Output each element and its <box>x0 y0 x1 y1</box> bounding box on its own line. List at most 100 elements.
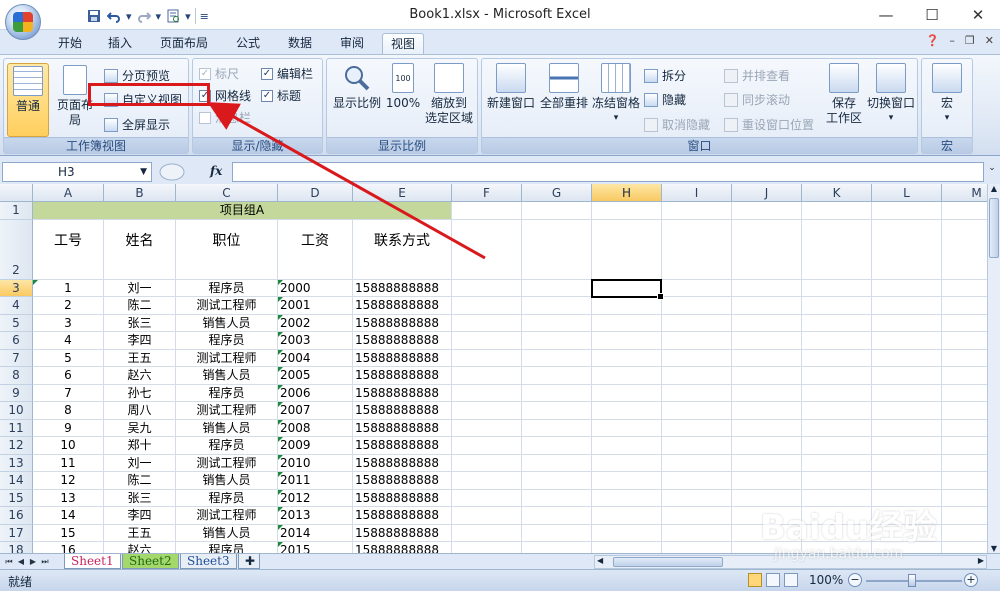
grid-cell[interactable] <box>732 219 802 280</box>
table-cell[interactable]: 15888888888 <box>353 542 452 553</box>
table-cell[interactable]: 销售人员 <box>176 314 278 332</box>
grid-cell[interactable] <box>522 297 592 315</box>
table-cell[interactable]: 2000 <box>278 279 353 297</box>
table-cell[interactable]: 赵六 <box>104 367 176 385</box>
row-header[interactable]: 14 <box>0 472 33 490</box>
tab-formulas[interactable]: 公式 <box>232 33 264 54</box>
table-cell[interactable]: 2013 <box>278 507 353 525</box>
help-icon[interactable]: ❓ <box>926 34 940 47</box>
row-header[interactable]: 3 <box>0 279 33 297</box>
active-cell-h3[interactable] <box>591 278 664 300</box>
table-cell[interactable]: 程序员 <box>176 437 278 455</box>
grid-cell[interactable] <box>872 279 942 297</box>
table-cell[interactable]: 15888888888 <box>353 332 452 350</box>
table-cell[interactable]: 销售人员 <box>176 419 278 437</box>
zoom-100-button[interactable]: 100 100% <box>385 63 421 111</box>
table-cell[interactable]: 15888888888 <box>353 507 452 525</box>
grid-cell[interactable] <box>522 507 592 525</box>
vertical-scroll-thumb[interactable] <box>989 198 999 258</box>
grid-cell[interactable] <box>802 219 872 280</box>
table-cell[interactable]: 销售人员 <box>176 524 278 542</box>
table-cell[interactable]: 15888888888 <box>353 437 452 455</box>
tab-page-layout[interactable]: 页面布局 <box>156 33 212 54</box>
grid-cell[interactable] <box>872 472 942 490</box>
table-cell[interactable]: 赵六 <box>104 542 176 553</box>
grid-cell[interactable] <box>732 314 802 332</box>
table-cell[interactable]: 孙七 <box>104 384 176 402</box>
grid-cell[interactable] <box>452 367 522 385</box>
table-cell[interactable]: 刘一 <box>104 279 176 297</box>
new-window-button[interactable]: 新建窗口 <box>486 63 536 111</box>
column-header[interactable]: H <box>592 184 662 202</box>
table-cell[interactable]: 1 <box>33 279 104 297</box>
grid-cell[interactable] <box>732 419 802 437</box>
table-cell[interactable]: 程序员 <box>176 542 278 553</box>
grid-cell[interactable] <box>662 489 732 507</box>
grid-cell[interactable] <box>802 384 872 402</box>
table-cell[interactable]: 陈二 <box>104 297 176 315</box>
ribbon-minimize-icon[interactable]: – <box>949 34 955 47</box>
grid-cell[interactable] <box>662 279 732 297</box>
table-cell[interactable]: 15888888888 <box>353 489 452 507</box>
grid-cell[interactable] <box>522 419 592 437</box>
last-sheet-icon[interactable]: ⏭ <box>40 555 50 568</box>
grid-cell[interactable] <box>942 202 987 220</box>
grid-cell[interactable] <box>592 437 662 455</box>
table-cell[interactable]: 10 <box>33 437 104 455</box>
grid-cell[interactable] <box>872 349 942 367</box>
table-cell[interactable]: 15888888888 <box>353 349 452 367</box>
grid-cell[interactable] <box>452 332 522 350</box>
table-header-cell[interactable]: 工号 <box>33 219 104 280</box>
grid-cell[interactable] <box>732 367 802 385</box>
grid-cell[interactable] <box>732 384 802 402</box>
table-cell[interactable]: 9 <box>33 419 104 437</box>
grid-cell[interactable] <box>942 280 987 297</box>
column-header[interactable]: J <box>732 184 802 202</box>
unhide-button[interactable]: 取消隐藏 <box>644 116 710 134</box>
table-cell[interactable]: 15888888888 <box>353 402 452 420</box>
grid-cell[interactable] <box>522 489 592 507</box>
table-cell[interactable]: 销售人员 <box>176 472 278 490</box>
grid-cell[interactable] <box>662 202 732 220</box>
grid-cell[interactable] <box>802 454 872 472</box>
tab-home[interactable]: 开始 <box>54 33 86 54</box>
column-header[interactable]: I <box>662 184 732 202</box>
table-cell[interactable]: 2006 <box>278 384 353 402</box>
grid-cell[interactable] <box>872 219 942 280</box>
merged-title-cell[interactable]: 项目组A <box>33 202 452 220</box>
grid-cell[interactable] <box>872 314 942 332</box>
ribbon-restore-icon[interactable]: ❐ <box>965 34 975 47</box>
grid-cell[interactable] <box>802 297 872 315</box>
tab-view[interactable]: 视图 <box>382 33 424 54</box>
row-header[interactable]: 7 <box>0 349 33 367</box>
grid-cell[interactable] <box>662 384 732 402</box>
table-cell[interactable]: 李四 <box>104 507 176 525</box>
column-header[interactable]: M <box>942 184 987 202</box>
scroll-up-icon[interactable]: ▲ <box>988 184 1000 193</box>
table-cell[interactable]: 15888888888 <box>353 384 452 402</box>
column-header[interactable]: F <box>452 184 522 202</box>
table-cell[interactable]: 2001 <box>278 297 353 315</box>
grid-cell[interactable] <box>942 402 987 420</box>
row-header[interactable]: 16 <box>0 507 33 525</box>
table-cell[interactable]: 测试工程师 <box>176 402 278 420</box>
table-cell[interactable]: 程序员 <box>176 384 278 402</box>
table-cell[interactable]: 2007 <box>278 402 353 420</box>
grid-cell[interactable] <box>522 524 592 542</box>
grid-cell[interactable] <box>942 297 987 315</box>
table-cell[interactable]: 吴九 <box>104 419 176 437</box>
grid-cell[interactable] <box>522 542 592 553</box>
grid-cell[interactable] <box>522 349 592 367</box>
grid-cell[interactable] <box>452 472 522 490</box>
grid-cell[interactable] <box>662 332 732 350</box>
table-cell[interactable]: 4 <box>33 332 104 350</box>
table-cell[interactable]: 李四 <box>104 332 176 350</box>
grid-cell[interactable] <box>452 507 522 525</box>
table-cell[interactable]: 2003 <box>278 332 353 350</box>
zoom-to-selection-button[interactable]: 缩放到 选定区域 <box>423 63 475 126</box>
freeze-panes-button[interactable]: 冻结窗格 ▾ <box>590 63 642 126</box>
grid-cell[interactable] <box>942 350 987 367</box>
zoom-button[interactable]: 显示比例 <box>331 63 383 111</box>
split-button[interactable]: 拆分 <box>644 67 686 85</box>
table-cell[interactable]: 15888888888 <box>353 419 452 437</box>
